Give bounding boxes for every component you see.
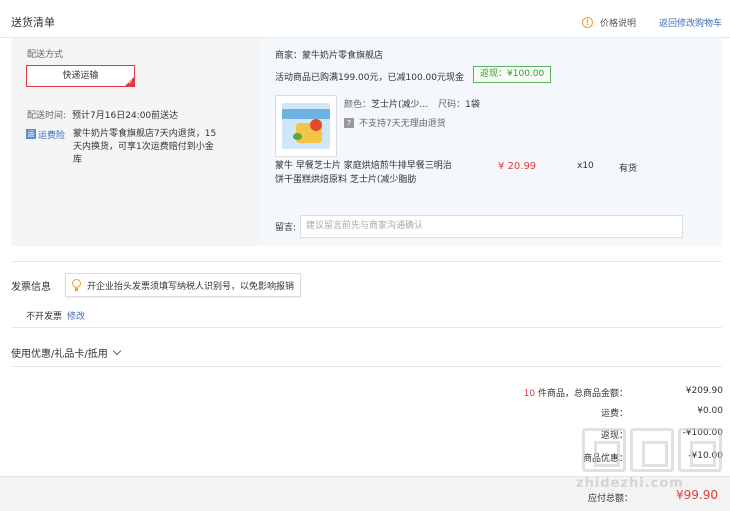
- insurance-description: 蒙牛奶片零食旗舰店7天内退货，15天内换货，可享1次运费赔付到小金库: [73, 129, 217, 165]
- coupon-label: 使用优惠/礼品卡/抵用: [11, 349, 108, 360]
- shipping-fee-label: 运费：: [600, 409, 628, 419]
- cheese-package-image: [282, 103, 330, 149]
- shipping-method-value: 快递运输: [62, 71, 99, 81]
- color-value: 芝士片(减少...: [371, 100, 429, 110]
- chevron-down-icon: [112, 346, 121, 356]
- discount-label: 商品优惠：: [582, 454, 628, 464]
- insurance-icon: 运: [26, 129, 36, 139]
- invoice-status: 不开发票 修改: [26, 309, 85, 322]
- invoice-tip-text: 开企业抬头发票须填写纳税人识别号，以免影响报销: [87, 281, 295, 292]
- invoice-title: 发票信息: [11, 282, 51, 293]
- summary-discount: 商品优惠： -¥10.00: [470, 451, 723, 465]
- summary-shipping: 运费： ¥0.00: [470, 406, 723, 420]
- insurance-label: 运费险: [38, 131, 66, 141]
- merchant-name[interactable]: 蒙牛奶片零食旗舰店: [302, 51, 383, 61]
- shipping-fee-value: ¥0.00: [697, 406, 723, 416]
- discount-value: -¥10.00: [688, 451, 723, 461]
- summary-rebate: 返现： -¥100.00: [470, 428, 723, 442]
- payable-value: ¥99.90: [676, 488, 718, 502]
- shipping-panel: 配送方式 快递运输 ✓ 配送时间: 预计7月16日24:00前送达 运 运费险 蒙…: [11, 38, 261, 246]
- page-title: 送货清单: [11, 16, 55, 29]
- coupon-toggle[interactable]: 使用优惠/礼品卡/抵用: [11, 345, 121, 360]
- rebate-label: 返现：: [480, 69, 508, 79]
- message-input[interactable]: 建议留言前先与商家沟通确认: [300, 215, 683, 238]
- product-name[interactable]: 蒙牛 早餐芝士片 家庭烘焙煎牛排早餐三明治饼干蛋糕烘焙原料 芝士片(减少脂肪: [275, 159, 457, 187]
- divider: [11, 327, 722, 328]
- price-info-link[interactable]: ! 价格说明: [582, 16, 636, 29]
- divider: [11, 366, 722, 367]
- size-label: 尺码：: [438, 100, 466, 110]
- invoice-tip: 开企业抬头发票须填写纳税人识别号，以免影响报销: [65, 273, 302, 297]
- product-spec: 颜色：芝士片(减少... 尺码：1袋: [344, 97, 480, 110]
- back-to-cart-link[interactable]: 返回修改购物车: [659, 16, 722, 29]
- info-icon: !: [582, 17, 593, 28]
- shipping-insurance-badge[interactable]: 运 运费险: [26, 128, 65, 167]
- rebate-badge: 返现：¥100.00: [473, 66, 552, 83]
- product-quantity: x10: [577, 161, 594, 171]
- lightbulb-icon: [72, 279, 81, 291]
- order-list-header: 送货清单 ! 价格说明 返回修改购物车: [0, 0, 730, 38]
- order-box: 配送方式 快递运输 ✓ 配送时间: 预计7月16日24:00前送达 运 运费险 蒙…: [11, 38, 722, 246]
- message-label: 留言:: [275, 223, 297, 233]
- summary-count-line: 10 件商品，总商品金额：: [524, 386, 628, 399]
- size-value: 1袋: [465, 100, 480, 110]
- no-return-text: 不支持7天无理由退货: [359, 119, 446, 129]
- express-shipping-option[interactable]: 快递运输 ✓: [26, 65, 135, 87]
- divider: [11, 261, 722, 262]
- total-goods-value: ¥209.90: [685, 386, 723, 396]
- summary-rebate-label: 返现：: [600, 431, 628, 441]
- invoice-edit-link[interactable]: 修改: [67, 312, 85, 322]
- payable-label: 应付总额：: [588, 494, 634, 504]
- price-info-label: 价格说明: [600, 19, 637, 29]
- item-count-suffix: 件商品，总商品金额：: [537, 389, 628, 399]
- no-7day-return-icon: 7: [344, 117, 354, 128]
- promo-text: 活动商品已购满199.00元，已减100.00元现金: [275, 73, 464, 83]
- delivery-time-value: 预计7月16日24:00前送达: [72, 111, 179, 121]
- invoice-status-value: 不开发票: [26, 312, 63, 322]
- summary-rebate-value: -¥100.00: [682, 428, 723, 438]
- payable-footer: 应付总额： ¥99.90: [0, 476, 730, 511]
- check-icon: ✓: [127, 79, 133, 86]
- rebate-value: ¥100.00: [507, 69, 545, 79]
- delivery-time: 配送时间: 预计7月16日24:00前送达: [27, 108, 178, 121]
- merchant-info: 商家：蒙牛奶片零食旗舰店: [275, 48, 383, 61]
- stock-status: 有货: [619, 164, 638, 174]
- product-thumbnail[interactable]: [275, 95, 337, 157]
- color-label: 颜色：: [344, 100, 372, 110]
- delivery-time-label: 配送时间:: [27, 111, 67, 121]
- no-return-notice: 7 不支持7天无理由退货: [344, 116, 446, 129]
- item-count: 10: [523, 389, 536, 399]
- product-price: ¥ 20.99: [498, 161, 537, 172]
- merchant-label: 商家：: [275, 51, 303, 61]
- shipping-method-label: 配送方式: [27, 50, 64, 60]
- summary-total-goods: 10 件商品，总商品金额： ¥209.90: [470, 386, 723, 400]
- shipping-insurance: 运 运费险 蒙牛奶片零食旗舰店7天内退货，15天内换货，可享1次运费赔付到小金库: [26, 128, 221, 167]
